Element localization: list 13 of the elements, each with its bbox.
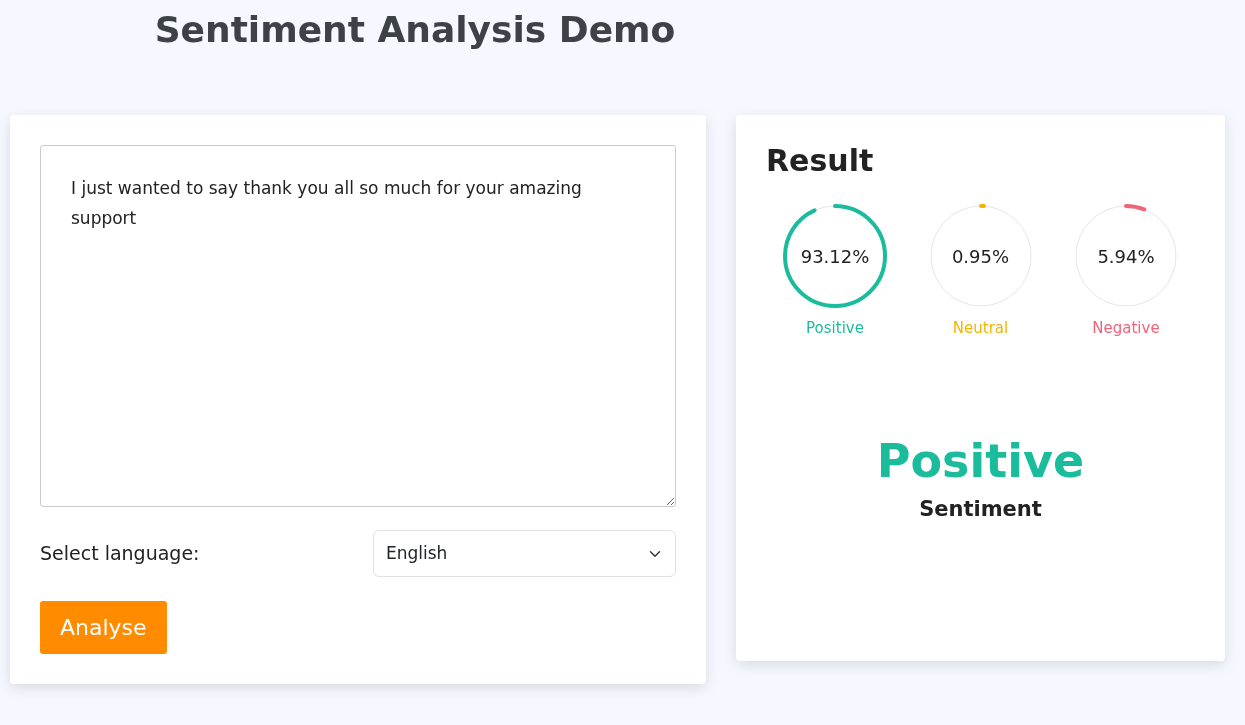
sentiment-label: Sentiment bbox=[918, 496, 1043, 524]
score-reading: 5.94% bbox=[1097, 244, 1155, 269]
score-label: Negative bbox=[1092, 318, 1160, 340]
language-label: Select language: bbox=[40, 541, 200, 567]
score-reading: 0.95% bbox=[951, 244, 1010, 269]
score-label: Positive bbox=[806, 318, 864, 340]
language-dropdown[interactable]: English bbox=[373, 530, 676, 578]
input-field[interactable]: I just wanted to say thank you all so much for your amazing support bbox=[40, 145, 676, 508]
page-title: Sentiment Analysis Demo bbox=[153, 8, 677, 52]
score-label: Neutral bbox=[952, 318, 1009, 340]
result-heading: Result bbox=[766, 143, 875, 180]
score-reading: 93.12% bbox=[800, 244, 870, 269]
sentiment-value: Positive bbox=[875, 435, 1086, 487]
